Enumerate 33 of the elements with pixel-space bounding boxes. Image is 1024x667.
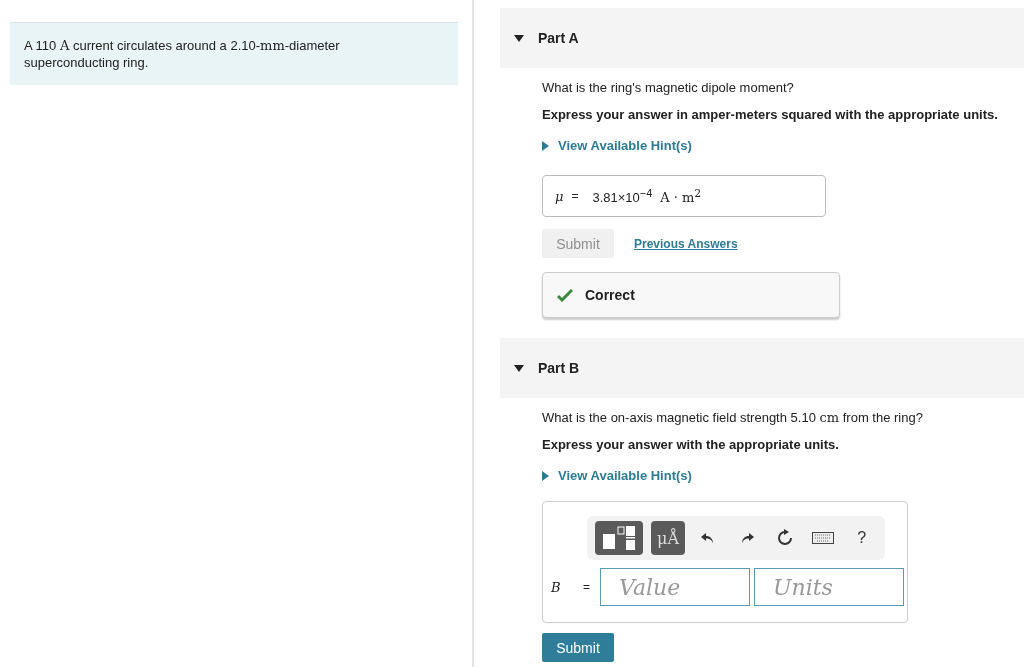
help-button[interactable]: ? — [846, 522, 877, 554]
feedback-text: Correct — [585, 287, 635, 303]
keyboard-icon — [812, 532, 835, 544]
equals-sign: = — [583, 580, 590, 594]
symbol-label: B — [551, 579, 562, 595]
part-title: Part A — [538, 30, 579, 46]
symbol-label: μ — [555, 188, 564, 204]
submit-button[interactable]: Submit — [542, 633, 614, 662]
instruction-text: Express your answer in amper-meters squared with the appropriate units. — [542, 107, 999, 122]
answer-unit: A · m$^{2}$ — [660, 186, 702, 206]
caret-icon — [514, 34, 524, 42]
fraction-template-icon — [601, 525, 638, 551]
value-field[interactable]: Value — [600, 568, 750, 606]
units-button[interactable]: μÅ — [651, 521, 686, 555]
units-field[interactable]: Units — [754, 568, 904, 606]
hint-link[interactable]: View Available Hint(s) — [542, 138, 692, 153]
problem-statement: A 110 A current circulates around a 2.10-mm-diameter superconducting ring. — [10, 22, 458, 85]
question-text: What is the ring's magnetic dipole moment? — [542, 80, 795, 95]
hint-link[interactable]: View Available Hint(s) — [542, 468, 692, 483]
answer-value: 3.81×10$^{−4}$ — [592, 186, 653, 206]
caret-icon — [542, 140, 549, 151]
caret-icon — [514, 364, 524, 372]
instruction-text: Express your answer with the appropriate units. — [542, 437, 840, 452]
answer-field[interactable]: μ = 3.81×10$^{−4}$ A · m$^{2}$ — [542, 175, 826, 217]
part-header[interactable]: Part B — [500, 338, 1024, 398]
part-header[interactable]: Part A — [500, 8, 1024, 68]
equals-sign: = — [571, 189, 579, 203]
template-button[interactable] — [595, 521, 644, 555]
reset-icon — [776, 529, 794, 547]
question-text: What is the on-axis magnetic field strength 5.10 cm from the ring? — [542, 410, 924, 425]
caret-icon — [542, 470, 549, 481]
previous-answers-link[interactable]: Previous Answers — [634, 236, 738, 251]
part-title: Part B — [538, 360, 580, 376]
